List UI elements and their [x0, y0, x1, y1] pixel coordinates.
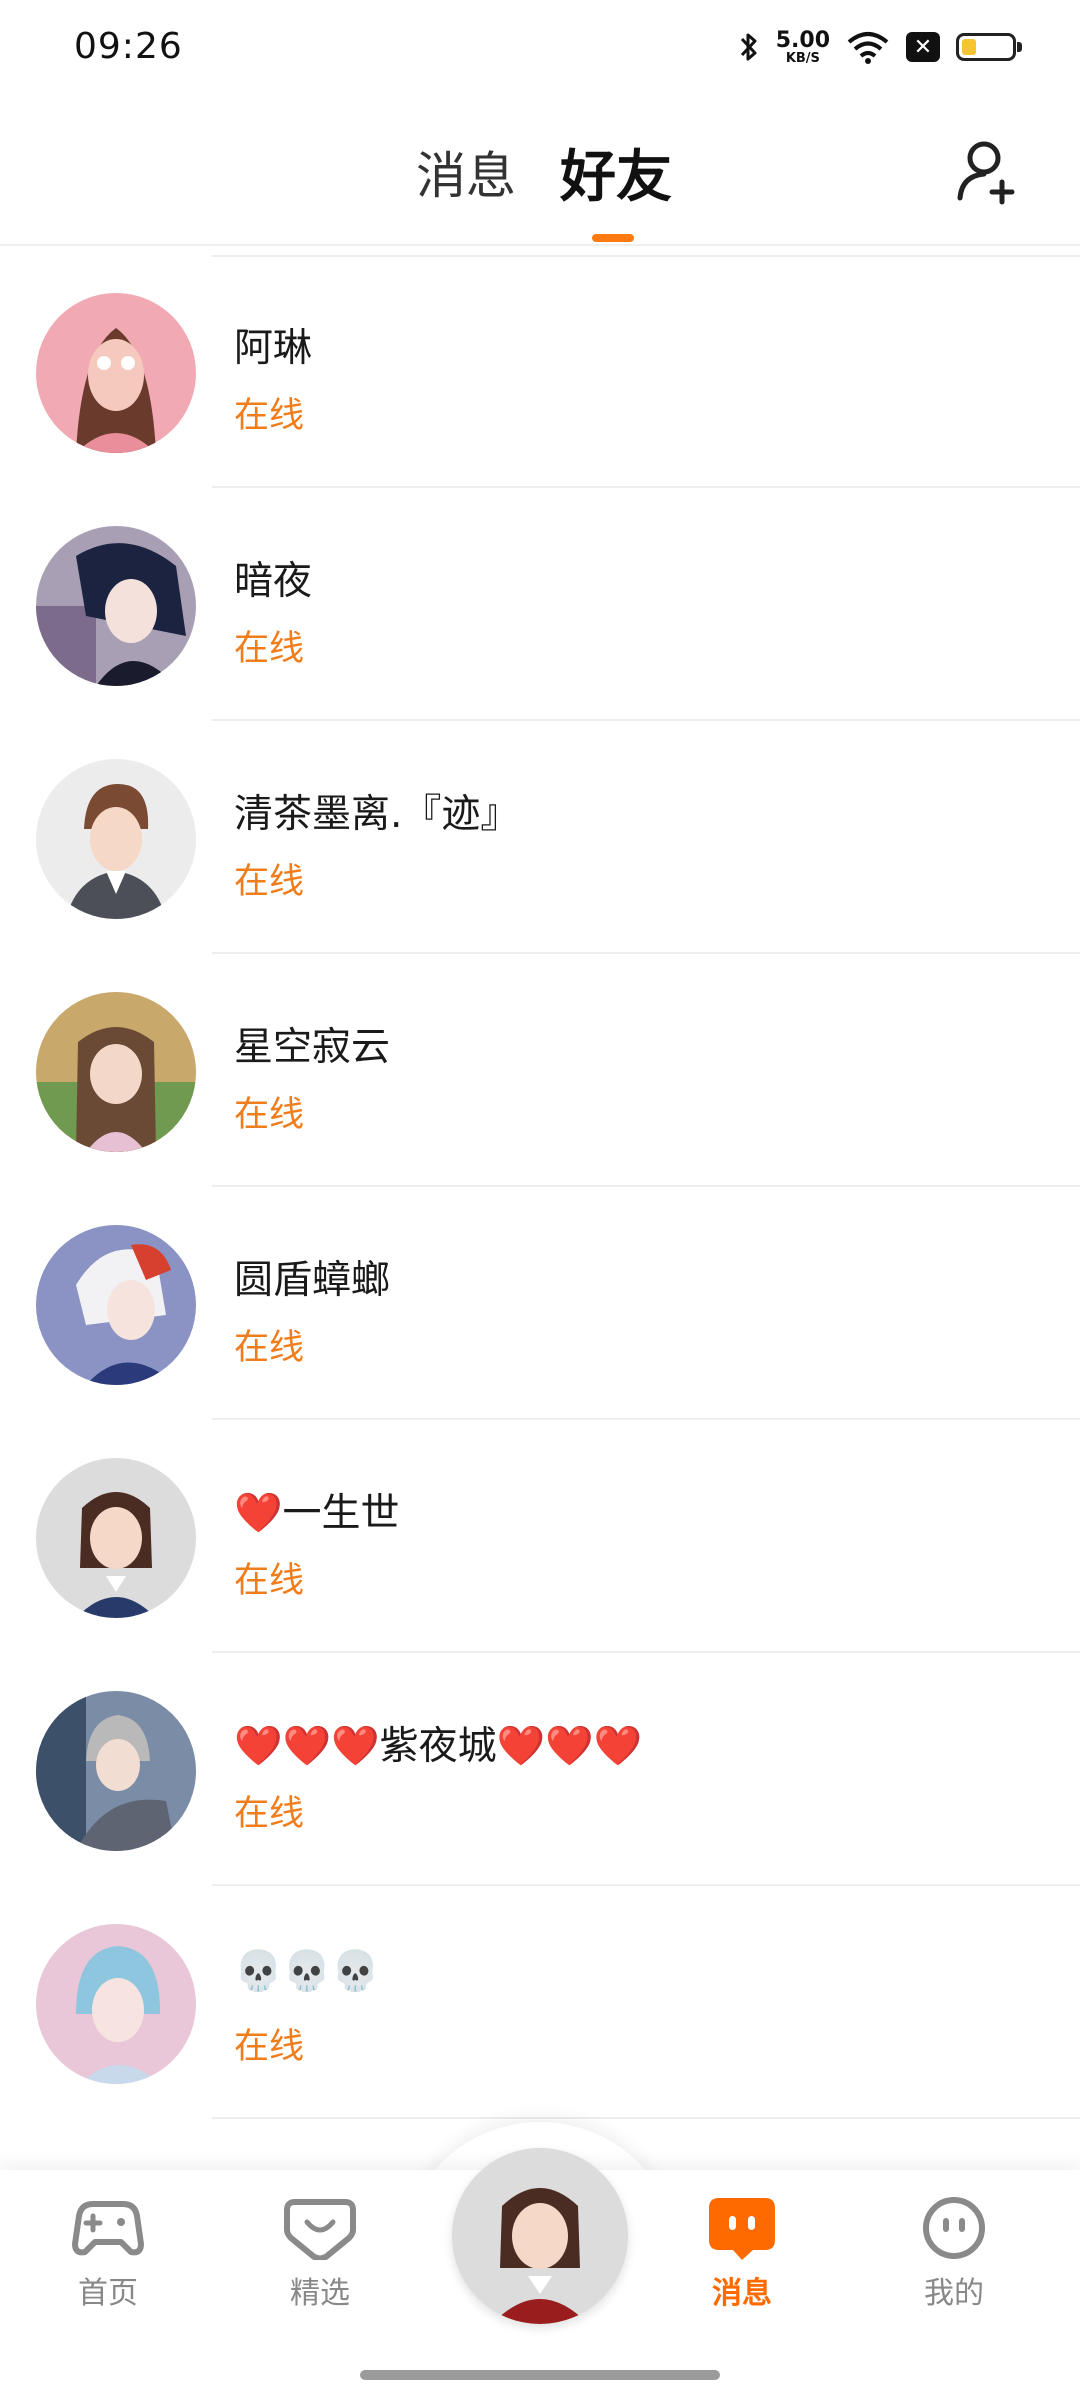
friend-status: 在线: [234, 396, 305, 436]
bluetooth-icon: [740, 33, 757, 61]
friend-row[interactable]: 星空寂云 在线: [0, 954, 1080, 1187]
friend-row[interactable]: 暗夜 在线: [0, 488, 1080, 721]
divider: [212, 2117, 1080, 2119]
tab-friends[interactable]: 好友: [560, 132, 672, 213]
home-indicator[interactable]: [360, 2370, 720, 2380]
friend-status: 在线: [234, 1328, 305, 1368]
status-time: 09:26: [74, 26, 183, 67]
nav-label: 我的: [924, 2276, 984, 2311]
avatar: [36, 1924, 196, 2084]
friend-row[interactable]: 💀💀💀 在线: [0, 1886, 1080, 2119]
friend-row[interactable]: ❤️一生世 在线: [0, 1420, 1080, 1653]
nav-label: 精选: [290, 2276, 350, 2311]
avatar: [36, 1225, 196, 1385]
status-bar: 09:26 5.00 KB/S ✕: [0, 0, 1080, 96]
active-tab-indicator: [592, 234, 634, 242]
avatar: [36, 992, 196, 1152]
wifi-icon: [847, 32, 889, 64]
friend-status: 在线: [234, 862, 305, 902]
net-speed-value: 5.00: [775, 27, 830, 53]
status-icons: 5.00 KB/S ✕: [738, 22, 1022, 72]
friend-name: 暗夜: [234, 559, 313, 604]
battery-icon: [956, 33, 1022, 61]
friend-name: ❤️一生世: [234, 1491, 400, 1536]
face-icon: [923, 2197, 985, 2259]
friend-status: 在线: [234, 629, 305, 669]
friend-row[interactable]: 阿琳 在线: [0, 255, 1080, 488]
friend-row[interactable]: 清茶墨离.『迹』 在线: [0, 721, 1080, 954]
heart-chat-icon: [284, 2199, 356, 2260]
friend-name: 星空寂云: [234, 1025, 391, 1070]
friend-name: ❤️❤️❤️紫夜城❤️❤️❤️: [234, 1724, 643, 1769]
friend-status: 在线: [234, 1095, 305, 1135]
friend-name: 清茶墨离.『迹』: [234, 792, 520, 837]
friend-row[interactable]: ❤️❤️❤️紫夜城❤️❤️❤️ 在线: [0, 1653, 1080, 1886]
tab-messages[interactable]: 消息: [416, 136, 516, 208]
friend-status: 在线: [234, 1794, 305, 1834]
avatar: [36, 759, 196, 919]
avatar: [36, 526, 196, 686]
friend-name: 💀💀💀: [234, 1949, 380, 1994]
close-box-icon: ✕: [906, 32, 940, 62]
gamepad-icon: [72, 2201, 144, 2256]
add-friend-icon[interactable]: [954, 136, 1024, 206]
friend-name: 阿琳: [234, 326, 313, 371]
friend-status: 在线: [234, 2027, 305, 2067]
message-icon: [709, 2198, 775, 2260]
avatar: [36, 1691, 196, 1851]
nav-item-home[interactable]: 首页: [38, 2196, 178, 2312]
top-tab-bar: 消息 好友: [0, 96, 1080, 246]
friend-status: 在线: [234, 1561, 305, 1601]
net-speed-unit: KB/S: [785, 50, 820, 66]
friend-name: 圆盾蟑螂: [234, 1258, 391, 1303]
nav-item-featured[interactable]: 精选: [250, 2196, 390, 2312]
nav-label: 消息: [712, 2276, 772, 2311]
avatar: [36, 293, 196, 453]
nav-item-me[interactable]: 我的: [884, 2196, 1024, 2312]
avatar: [36, 1458, 196, 1618]
friend-row[interactable]: 圆盾蟑螂 在线: [0, 1187, 1080, 1420]
nav-center-avatar[interactable]: [452, 2148, 628, 2324]
nav-label: 首页: [78, 2276, 138, 2311]
net-speed: 5.00 KB/S: [775, 27, 830, 66]
nav-item-messages[interactable]: 消息: [672, 2196, 812, 2312]
